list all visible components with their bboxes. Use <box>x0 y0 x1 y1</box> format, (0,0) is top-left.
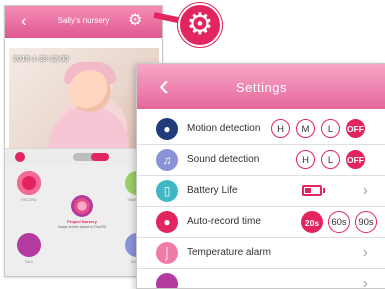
motion-option-m[interactable]: M <box>296 119 315 138</box>
settings-header: ‹ Settings <box>137 64 385 109</box>
battery-label: Battery Life <box>187 185 238 196</box>
autorecord-option-20s[interactable]: 20s <box>301 211 323 233</box>
baby-face-shape <box>69 70 111 112</box>
battery-level <box>305 188 311 193</box>
motion-icon: ● <box>156 118 178 140</box>
baby-body-shape <box>49 106 129 148</box>
motion-label: Motion detection <box>187 123 261 134</box>
talk-label: TALK <box>24 260 34 264</box>
sound-option-h[interactable]: H <box>296 150 315 169</box>
settings-title: Settings <box>236 80 287 95</box>
settings-row-motion: ● Motion detection H M L OFF <box>137 114 385 145</box>
temperature-label: Temperature alarm <box>187 247 271 258</box>
nursery-header: ‹ Sally's nursery ⚙ <box>5 6 162 38</box>
brand-name: Project Nursery <box>67 219 97 224</box>
gear-callout-icon: ⚙ <box>178 3 222 47</box>
sound-label: Sound detection <box>187 154 260 165</box>
feed-timestamp: 2015-1-28-12:00 <box>13 54 69 63</box>
settings-row-autorecord: ● Auto-record time 20s 60s 90s <box>137 207 385 238</box>
motion-option-h[interactable]: H <box>271 119 290 138</box>
battery-icon <box>302 185 322 196</box>
settings-screen: ‹ Settings ● Motion detection H M L OFF … <box>136 63 385 289</box>
sound-option-off[interactable]: OFF <box>346 150 365 169</box>
settings-row-battery[interactable]: ▯ Battery Life › <box>137 176 385 207</box>
battery-tip <box>323 188 325 193</box>
sound-option-l[interactable]: L <box>321 150 340 169</box>
autorecord-label: Auto-record time <box>187 216 261 227</box>
autorecord-option-90s[interactable]: 90s <box>355 211 377 233</box>
talk-button[interactable] <box>17 233 41 257</box>
settings-row-next[interactable]: › <box>137 269 385 288</box>
battery-tile-icon: ▯ <box>156 180 178 202</box>
pan-tilt-hint: Swipe screen above to Pan/Tilt <box>57 225 107 229</box>
settings-row-sound: ♫ Sound detection H L OFF <box>137 145 385 176</box>
autorecord-option-60s[interactable]: 60s <box>328 211 350 233</box>
pan-tilt-icon[interactable] <box>15 152 25 162</box>
speaker-icon: ♫ <box>156 149 178 171</box>
gear-icon[interactable]: ⚙ <box>128 12 142 30</box>
record-button[interactable] <box>17 171 41 195</box>
motion-option-off[interactable]: OFF <box>346 119 365 138</box>
project-nursery-logo <box>71 195 93 217</box>
chevron-right-icon[interactable]: › <box>363 243 368 263</box>
thermometer-icon: ⌡ <box>156 242 178 264</box>
record-label: RECORD <box>21 198 37 202</box>
motion-option-l[interactable]: L <box>321 119 340 138</box>
settings-row-temperature[interactable]: ⌡ Temperature alarm › <box>137 238 385 269</box>
quality-toggle[interactable] <box>73 153 109 161</box>
record-icon: ● <box>156 211 178 233</box>
chevron-right-icon[interactable]: › <box>363 181 368 201</box>
